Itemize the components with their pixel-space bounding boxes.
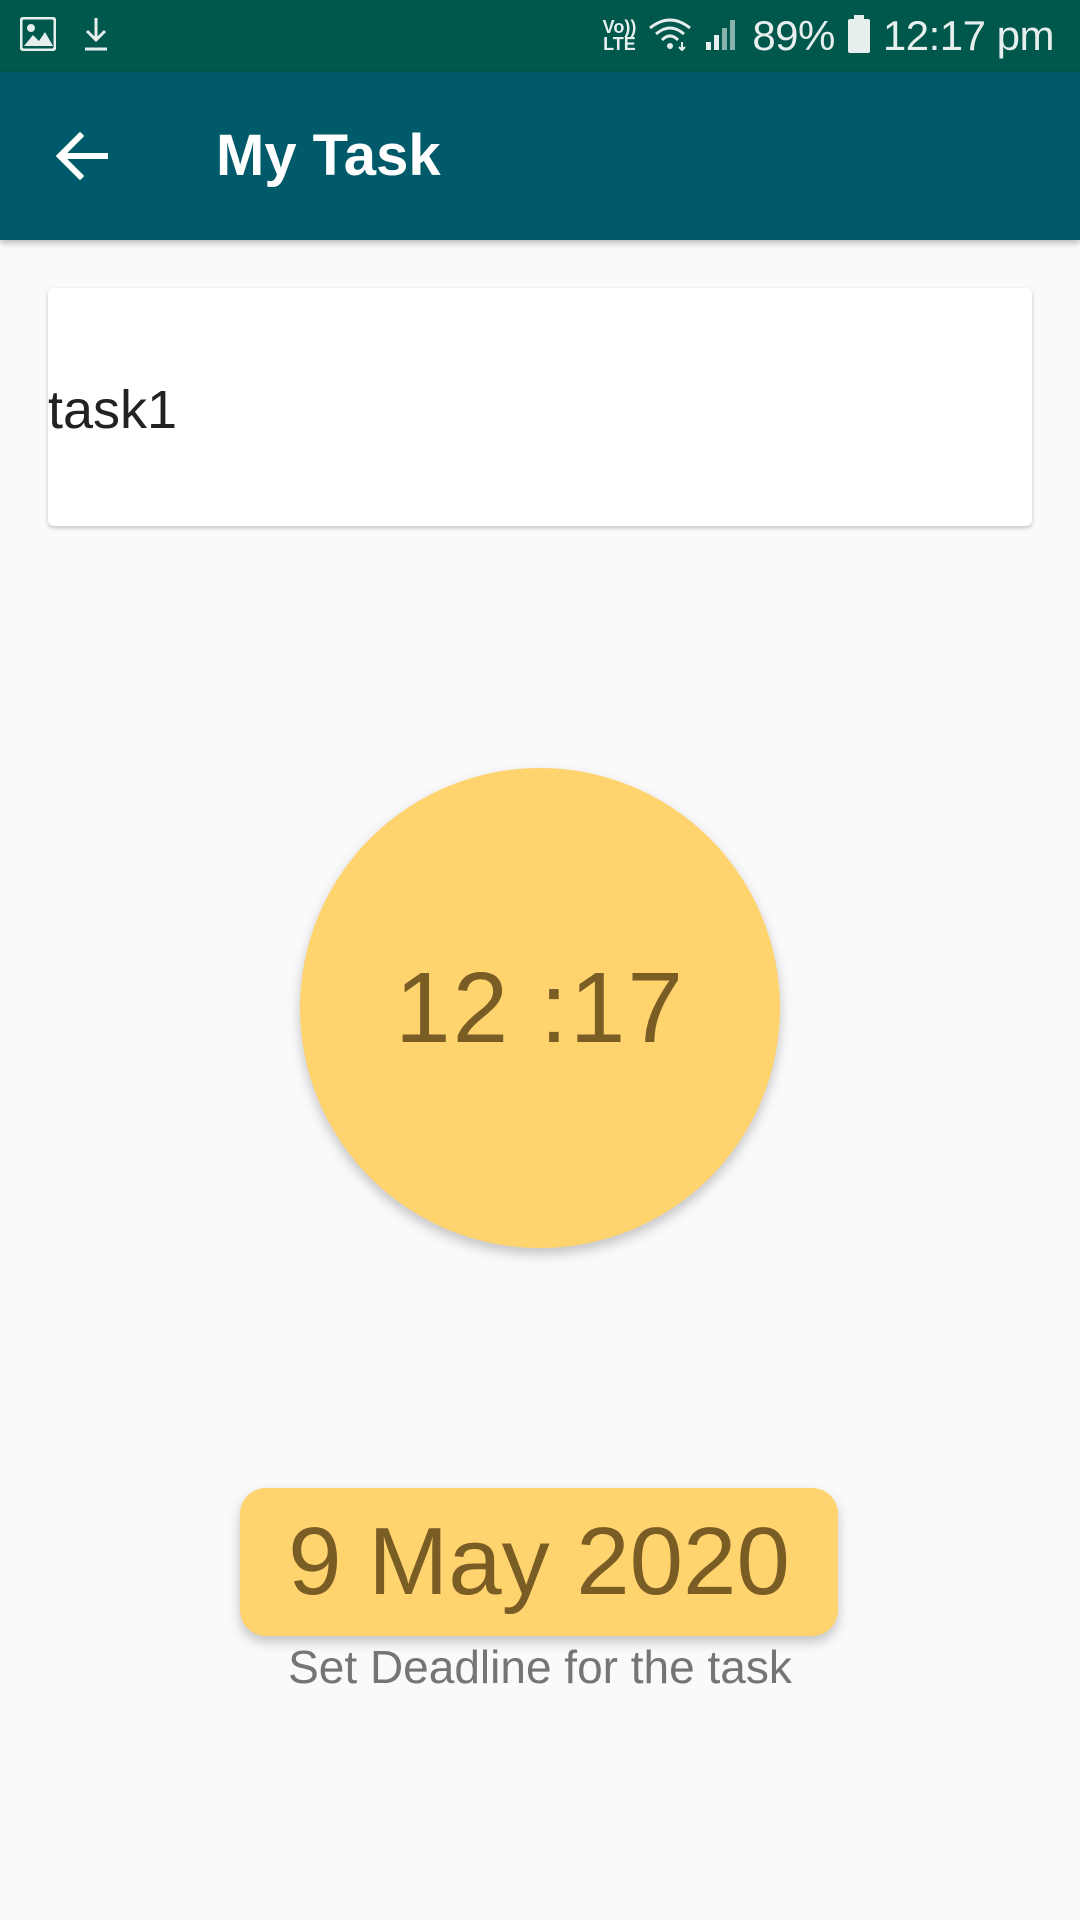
back-button[interactable] <box>46 120 118 192</box>
time-picker-button[interactable]: 12 :17 <box>300 768 780 1248</box>
screen: Vo)) LTE 89% 12:17 pm My Task task1 12:… <box>0 0 1080 1920</box>
status-bar: Vo)) LTE 89% 12:17 pm <box>0 0 1080 72</box>
arrow-back-icon <box>56 132 108 180</box>
lte-label: LTE <box>603 34 636 54</box>
status-right: Vo)) LTE 89% 12:17 pm <box>603 12 1055 60</box>
signal-icon <box>704 16 740 57</box>
deadline-time: 12 :17 <box>394 951 686 1064</box>
download-icon <box>82 16 110 57</box>
battery-percent: 89% <box>752 12 835 59</box>
wifi-icon <box>648 16 692 57</box>
page-title: My Task <box>216 123 441 188</box>
app-bar: My Task <box>0 72 1080 240</box>
image-icon <box>19 16 57 56</box>
deadline-label: Set Deadline for the task <box>288 1641 792 1693</box>
date-picker-button[interactable]: 9 May 2020 <box>240 1488 838 1636</box>
task-card[interactable]: task1 <box>48 288 1032 526</box>
battery-icon <box>847 14 871 59</box>
status-time: 12:17 pm <box>882 12 1055 59</box>
task-name: task1 <box>48 380 178 440</box>
status-left <box>19 16 110 57</box>
volte-icon: Vo)) LTE <box>603 18 637 54</box>
deadline-date: 9 May 2020 <box>288 1508 790 1615</box>
